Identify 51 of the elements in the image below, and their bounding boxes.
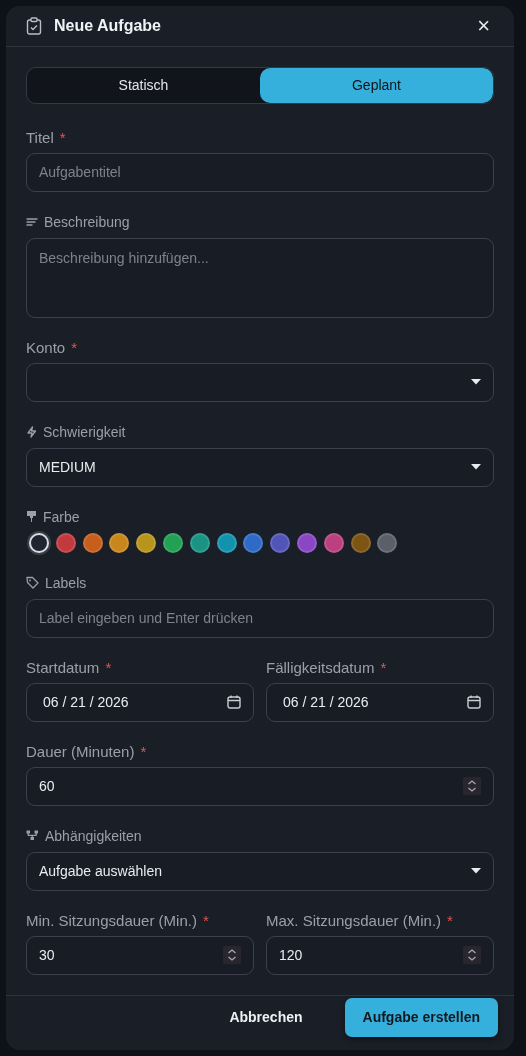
caret-icon (471, 868, 481, 875)
field-label: Farbe (43, 507, 80, 527)
field-label: Min. Sitzungsdauer (Min.) (26, 910, 197, 931)
field-label: Abhängigkeiten (45, 826, 142, 846)
color-swatch[interactable] (29, 532, 49, 553)
field-label: Titel (26, 127, 54, 148)
mode-tab[interactable]: Geplant (260, 67, 493, 103)
required-mark: * (59, 127, 66, 148)
required-mark: * (447, 910, 453, 931)
calendar-icon (227, 695, 241, 710)
caret-icon (471, 379, 481, 386)
cancel-button[interactable]: Abbrechen (211, 998, 321, 1038)
tag-icon (26, 576, 39, 590)
select-field[interactable]: MEDIUM (26, 447, 494, 487)
date-field[interactable]: 06 / 21 / 2026 (26, 682, 254, 722)
required-mark: * (140, 741, 147, 762)
spinner-icon (463, 777, 481, 796)
number-field[interactable]: 30 (26, 935, 254, 975)
clipboard-icon (26, 16, 42, 35)
create-button[interactable]: Aufgabe erstellen (344, 998, 498, 1038)
field-label: Dauer (Minuten) (26, 741, 135, 762)
date-field[interactable]: 06 / 21 / 2026 (266, 682, 494, 722)
textarea-field[interactable]: Beschreibung hinzufügen... (26, 237, 494, 318)
calendar-icon (467, 695, 481, 710)
spinner-icon (463, 946, 481, 965)
required-mark: * (202, 910, 209, 931)
input-field[interactable]: Label eingeben und Enter drücken (26, 598, 494, 638)
field-label: Beschreibung (44, 212, 130, 232)
required-mark: * (71, 337, 78, 358)
field-label: Startdatum (26, 657, 100, 678)
spinner-icon (223, 946, 241, 965)
field-label: Konto (26, 337, 66, 358)
field-label: Fälligkeitsdatum (266, 657, 375, 678)
mode-tab[interactable]: Statisch (27, 67, 260, 103)
input-field[interactable]: Aufgabentitel (26, 152, 494, 192)
lightning-icon (26, 425, 37, 438)
caret-icon (471, 464, 481, 471)
paintbrush-icon (26, 510, 37, 524)
lines-icon (26, 216, 38, 227)
select-field[interactable]: Aufgabe auswählen (26, 851, 494, 891)
field-label: Schwierigkeit (43, 422, 126, 442)
required-mark: * (105, 657, 112, 678)
dialog-title: Neue Aufgabe (54, 15, 161, 36)
select-field[interactable] (26, 362, 494, 402)
number-field[interactable]: 60 (26, 766, 494, 806)
field-label: Labels (45, 573, 87, 593)
field-label: Max. Sitzungsdauer (Min.) (266, 910, 442, 931)
close-button[interactable]: × (473, 14, 494, 37)
network-icon (26, 830, 39, 842)
required-mark: * (380, 657, 387, 678)
number-field[interactable]: 120 (266, 935, 494, 975)
